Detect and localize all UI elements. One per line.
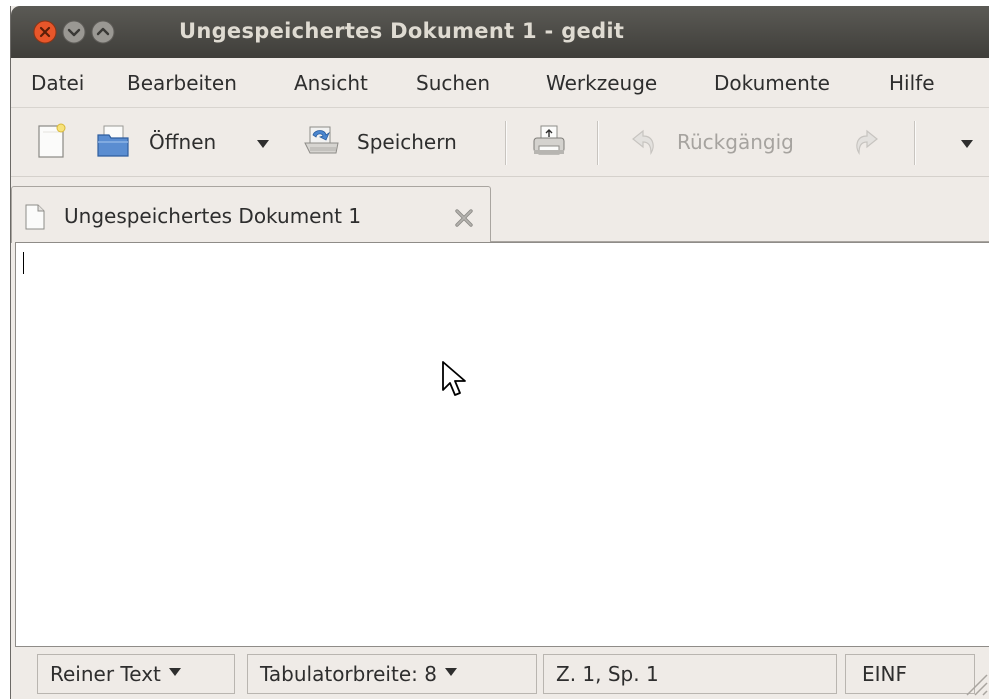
menu-datei[interactable]: Datei: [31, 71, 84, 95]
save-icon[interactable]: [303, 123, 339, 159]
window-title: Ungespeichertes Dokument 1 - gedit: [179, 19, 625, 43]
open-folder-icon[interactable]: [95, 123, 131, 159]
undo-button-label[interactable]: Rückgängig: [677, 130, 794, 154]
toolbar-separator: [597, 121, 599, 165]
tab-label: Ungespeichertes Dokument 1: [64, 204, 362, 228]
insert-mode-label: EINF: [862, 662, 907, 686]
tab-ungespeichertes-dokument-1[interactable]: Ungespeichertes Dokument 1: [11, 186, 491, 243]
chevron-down-icon: [444, 668, 457, 676]
redo-icon[interactable]: [851, 123, 887, 159]
menu-bearbeiten-label: Bearbeiten: [127, 71, 237, 95]
mouse-pointer-icon: [441, 360, 471, 400]
toolbar: Öffnen Speichern Rückgängig: [11, 109, 989, 177]
toolbar-separator: [505, 121, 507, 165]
text-cursor: [23, 252, 24, 274]
tab-width-selector[interactable]: Tabulatorbreite: 8: [247, 654, 537, 694]
document-tab-strip: Ungespeichertes Dokument 1: [11, 178, 989, 243]
maximize-icon[interactable]: [91, 20, 115, 44]
new-document-icon[interactable]: [33, 123, 69, 159]
menu-datei-label: Datei: [31, 71, 85, 95]
menu-dokumente-label: Dokumente: [714, 71, 830, 95]
menu-ansicht-label: Ansicht: [294, 71, 368, 95]
gedit-window: Ungespeichertes Dokument 1 - gedit Datei…: [10, 6, 989, 699]
menu-ansicht[interactable]: Ansicht: [294, 71, 368, 95]
minimize-icon[interactable]: [62, 20, 86, 44]
tab-width-label: Tabulatorbreite: 8: [260, 662, 437, 686]
language-label: Reiner Text: [50, 662, 161, 686]
menu-suchen-label: Suchen: [416, 71, 491, 95]
cursor-position-label: Z. 1, Sp. 1: [556, 662, 659, 686]
toolbar-separator: [914, 121, 916, 165]
title-bar[interactable]: Ungespeichertes Dokument 1 - gedit: [11, 6, 989, 58]
insert-mode: EINF: [845, 654, 975, 694]
open-button-label[interactable]: Öffnen: [149, 130, 216, 154]
language-selector[interactable]: Reiner Text: [37, 654, 235, 694]
menu-suchen[interactable]: Suchen: [416, 71, 490, 95]
chevron-down-icon: [168, 668, 181, 676]
menu-bearbeiten[interactable]: Bearbeiten: [127, 71, 237, 95]
resize-grip-icon[interactable]: [959, 667, 989, 697]
menu-hilfe-label: Hilfe: [889, 71, 935, 95]
open-recent-dropdown-icon[interactable]: [257, 140, 269, 148]
document-icon: [24, 204, 46, 230]
chevron-down-icon[interactable]: [961, 140, 973, 148]
undo-icon[interactable]: [623, 123, 659, 159]
status-bar: Reiner Text Tabulatorbreite: 8 Z. 1, Sp.…: [11, 649, 989, 699]
close-icon[interactable]: [452, 206, 476, 230]
close-icon[interactable]: [33, 20, 57, 44]
menu-dokumente[interactable]: Dokumente: [714, 71, 830, 95]
menu-hilfe[interactable]: Hilfe: [889, 71, 935, 95]
print-icon[interactable]: [531, 123, 567, 159]
save-button-label[interactable]: Speichern: [357, 130, 457, 154]
menu-bar: Datei Bearbeiten Ansicht Suchen Werkzeug…: [11, 58, 989, 108]
menu-werkzeuge[interactable]: Werkzeuge: [546, 71, 657, 95]
text-editor-area[interactable]: [15, 242, 989, 647]
menu-werkzeuge-label: Werkzeuge: [546, 71, 658, 95]
cursor-position: Z. 1, Sp. 1: [543, 654, 837, 694]
